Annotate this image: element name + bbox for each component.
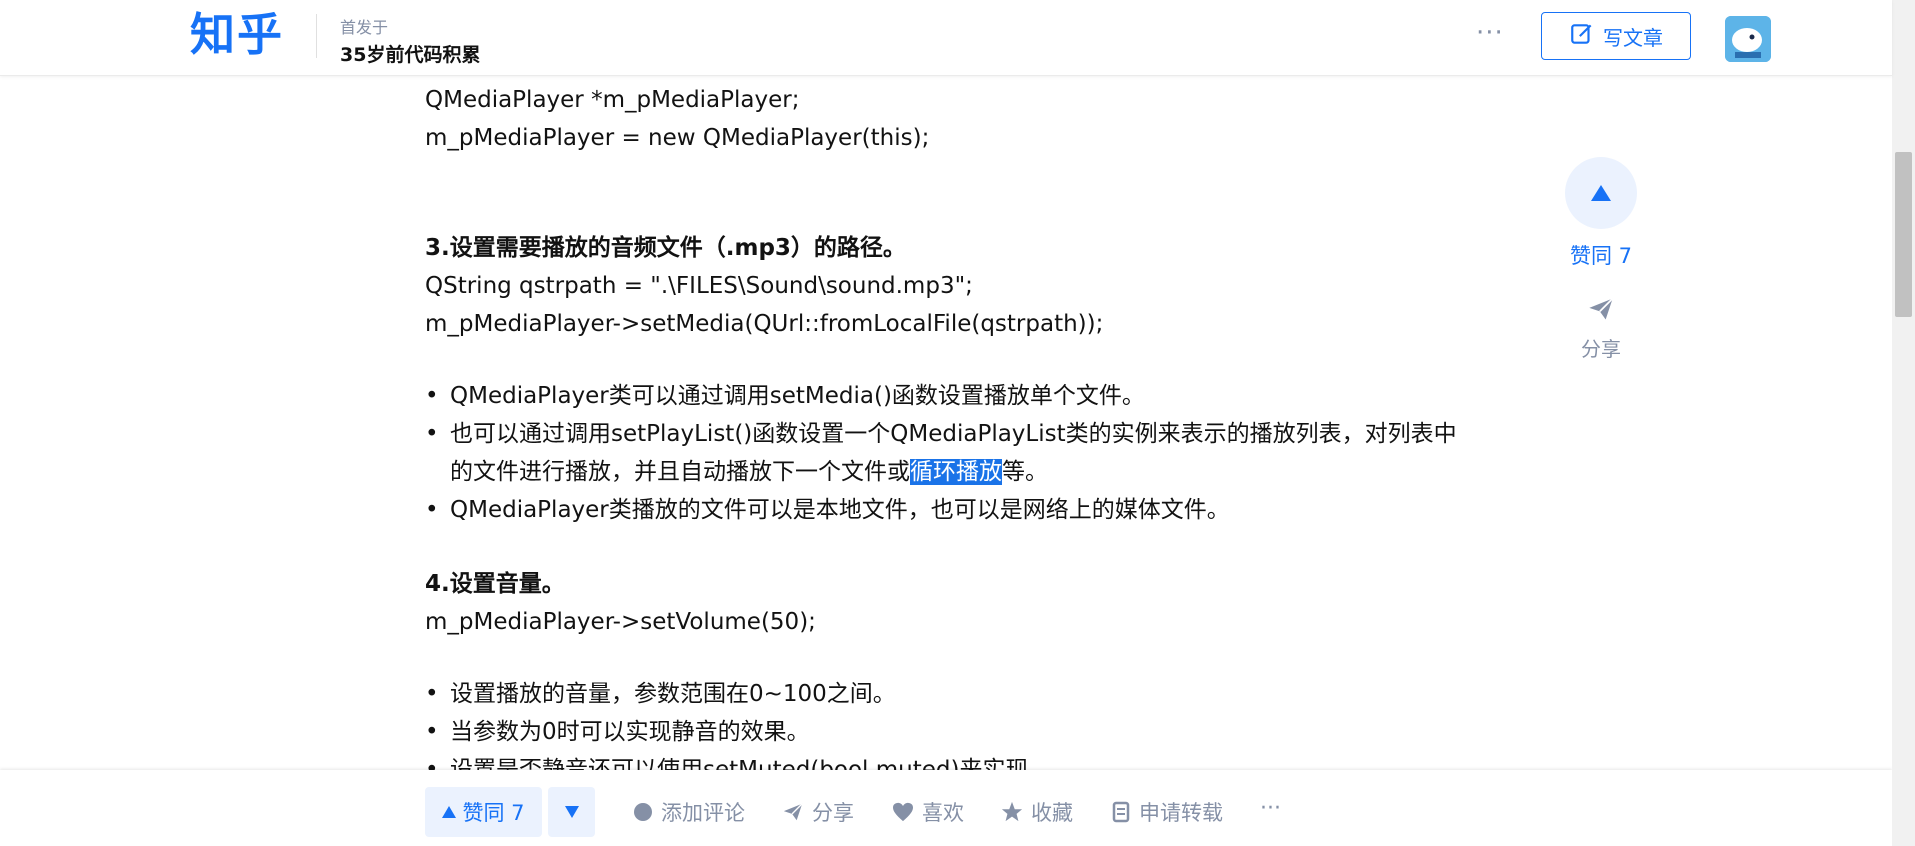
- collect-label: 收藏: [1031, 801, 1073, 825]
- code-line: QString qstrpath = ".\FILES\Sound\sound.…: [425, 273, 973, 299]
- paper-plane-icon: [1587, 297, 1615, 327]
- share-button[interactable]: 分享: [782, 787, 854, 837]
- side-upvote-button[interactable]: [1565, 157, 1637, 229]
- request-reprint-button[interactable]: 申请转载: [1111, 787, 1223, 837]
- write-article-button[interactable]: 写文章: [1541, 12, 1691, 60]
- downvote-button[interactable]: [548, 787, 595, 837]
- like-label: 喜欢: [922, 801, 964, 825]
- star-icon: [1001, 801, 1023, 822]
- list-item: QMediaPlayer类可以通过调用setMedia()函数设置播放单个文件。: [425, 377, 1465, 415]
- side-share-button[interactable]: 分享: [1565, 295, 1637, 362]
- scrollbar-thumb[interactable]: [1895, 152, 1912, 317]
- page-scrollbar[interactable]: [1892, 0, 1915, 846]
- upvote-label: 赞同 7: [462, 801, 525, 825]
- upvote-triangle-icon: [1591, 185, 1611, 201]
- upvote-button[interactable]: 赞同 7: [425, 787, 542, 837]
- side-vote-count[interactable]: 赞同 7: [1565, 240, 1637, 270]
- downvote-triangle-icon: [564, 806, 579, 818]
- section-heading: 3.设置需要播放的音频文件（.mp3）的路径。: [425, 235, 906, 261]
- selected-text: 循环播放: [910, 459, 1002, 485]
- published-in-label: 首发于: [340, 18, 389, 37]
- upvote-triangle-icon: [442, 806, 457, 818]
- more-options-icon[interactable]: ···: [1476, 18, 1504, 48]
- more-actions-icon[interactable]: ···: [1260, 796, 1281, 821]
- zhihu-logo[interactable]: 知乎: [190, 4, 284, 66]
- add-comment-button[interactable]: 添加评论: [633, 787, 745, 837]
- request-reprint-label: 申请转载: [1139, 801, 1223, 825]
- list-item: 设置播放的音量，参数范围在0~100之间。: [425, 675, 1465, 713]
- edit-icon: [1569, 21, 1595, 52]
- bottom-action-bar: 赞同 7 添加评论 分享 喜欢 收藏 申请转载 ···: [0, 770, 1892, 846]
- bullet-list: 设置播放的音量，参数范围在0~100之间。 当参数为0时可以实现静音的效果。 设…: [425, 675, 1465, 770]
- top-header: 知乎 首发于 35岁前代码积累 ··· 写文章: [0, 0, 1892, 76]
- add-comment-label: 添加评论: [661, 801, 745, 825]
- header-divider: [316, 14, 317, 58]
- code-line: m_pMediaPlayer->setMedia(QUrl::fromLocal…: [425, 311, 1104, 337]
- like-button[interactable]: 喜欢: [892, 787, 964, 837]
- share-label: 分享: [812, 801, 854, 825]
- collect-button[interactable]: 收藏: [1001, 787, 1073, 837]
- comment-bubble-icon: [634, 803, 652, 821]
- section-heading: 4.设置音量。: [425, 571, 565, 597]
- list-item: 也可以通过调用setPlayList()函数设置一个QMediaPlayList…: [425, 415, 1465, 491]
- side-share-label: 分享: [1581, 337, 1621, 361]
- heart-icon: [893, 802, 913, 822]
- document-icon: [1112, 801, 1130, 823]
- list-item: 设置是否静音还可以使用setMuted(bool muted)来实现。: [425, 751, 1465, 770]
- list-item: 当参数为0时可以实现静音的效果。: [425, 713, 1465, 751]
- bullet-list: QMediaPlayer类可以通过调用setMedia()函数设置播放单个文件。…: [425, 377, 1465, 529]
- code-line: m_pMediaPlayer = new QMediaPlayer(this);: [425, 125, 930, 151]
- paper-plane-icon: [783, 803, 803, 821]
- write-article-label: 写文章: [1603, 25, 1663, 50]
- code-line: QMediaPlayer *m_pMediaPlayer;: [425, 87, 800, 113]
- code-line: m_pMediaPlayer->setVolume(50);: [425, 609, 816, 635]
- article-content: QMediaPlayer *m_pMediaPlayer; m_pMediaPl…: [425, 75, 1465, 770]
- list-item: QMediaPlayer类播放的文件可以是本地文件，也可以是网络上的媒体文件。: [425, 491, 1465, 529]
- column-name-link[interactable]: 35岁前代码积累: [340, 40, 480, 67]
- user-avatar[interactable]: [1725, 16, 1771, 62]
